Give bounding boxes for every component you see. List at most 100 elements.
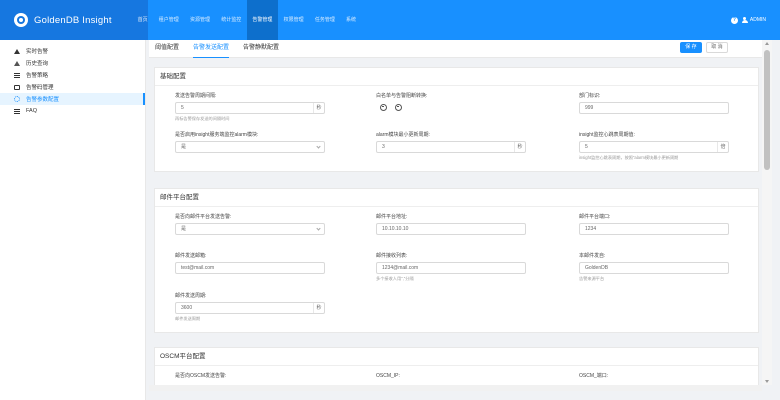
history-icon (14, 60, 20, 66)
sidebar-item-history[interactable]: 历史查询 (0, 57, 145, 69)
nav-item-alarm[interactable]: 告警管理 (246, 0, 279, 40)
sidebar-item-faq[interactable]: FAQ (0, 105, 145, 117)
use-insight-select[interactable]: 是 (175, 141, 325, 153)
sidebar-item-label: FAQ (26, 108, 38, 114)
unit-suffix: 秒 (313, 303, 324, 313)
mail-receivers-input[interactable]: 1234@mail.com (376, 262, 526, 274)
field-label: 是否向邮件平台发送告警: (175, 214, 232, 220)
field-label: OSCM_端口: (579, 373, 609, 379)
oscm-ip-field: OSCM_IP: (376, 372, 400, 380)
unit-suffix: 倍 (717, 142, 728, 152)
mail-config-panel: 邮件平台配置 是否向邮件平台发送告警: 是 邮件平台地址: 10.10.10.1… (154, 188, 759, 333)
scroll-down-icon[interactable] (765, 380, 769, 383)
input-value: 1234 (585, 226, 597, 232)
help-icon[interactable]: ? (730, 16, 738, 24)
horizontal-scrollbar[interactable] (149, 385, 762, 391)
sidebar-item-label: 实时告警 (26, 49, 49, 55)
mail-port-input[interactable]: 1234 (579, 223, 729, 235)
dept-input[interactable]: 999 (579, 102, 729, 114)
chevron-down-icon (316, 226, 321, 231)
header-right: ? ADMIN (730, 0, 766, 40)
nav-item-monitor[interactable]: 统计监控 (216, 0, 247, 40)
field-label: 是否启用insight服务端监控alarm模块: (175, 132, 259, 138)
rotate-left-icon[interactable] (380, 104, 387, 111)
input-value: 999 (585, 105, 594, 111)
field-label: 本邮件发自: (579, 253, 606, 259)
rotate-right-icon[interactable] (395, 104, 402, 111)
field-label: insight监控心跳表周期值: (579, 132, 635, 138)
sidebar-item-alarm-code[interactable]: 告警码管理 (0, 81, 145, 93)
send-period-input[interactable]: 5 秒 (175, 102, 325, 114)
panel-title: OSCM平台配置 (155, 348, 758, 366)
nav-item-system[interactable]: 系统 (340, 0, 361, 40)
mail-sender-input[interactable]: test@mail.com (175, 262, 325, 274)
oscm-config-panel: OSCM平台配置 是否向OSCM发送告警: OSCM_IP: OSCM_端口: (154, 347, 759, 385)
vertical-scrollbar[interactable] (762, 40, 772, 385)
unit-suffix: 秒 (514, 142, 525, 152)
heartbeat-field: insight监控心跳表周期值: 5 倍 insight监控心跳表周期，按照“a… (579, 131, 729, 161)
panel-title: 基础配置 (155, 68, 758, 86)
scroll-up-icon[interactable] (765, 42, 769, 45)
oscm-enable-field: 是否向OSCM发送告警: (175, 372, 226, 380)
mail-enable-field: 是否向邮件平台发送告警: 是 (175, 213, 325, 235)
input-value: 10.10.10.10 (382, 226, 409, 232)
mail-period-field: 邮件发送周期: 3600 秒 邮件发送周期 (175, 292, 325, 322)
field-label: OSCM_IP: (376, 373, 400, 379)
mail-sender-field: 邮件发送邮箱: test@mail.com (175, 252, 325, 274)
sidebar-item-policy[interactable]: 告警策略 (0, 69, 145, 81)
main-content: 阈值配置 告警发送配置 告警静默配置 保 存 取 消 基础配置 发送告警周期间隔… (149, 40, 762, 385)
mail-receivers-field: 邮件接收列表: 1234@mail.com 多个接收人用","分隔 (376, 252, 526, 282)
sidebar-item-label: 历史查询 (26, 61, 49, 67)
sidebar-item-alarm-params[interactable]: 告警参数配置 (0, 93, 145, 105)
tab-alarm-silence[interactable]: 告警静默配置 (243, 40, 279, 58)
whitelist-actions (380, 104, 427, 111)
nav-item-permission[interactable]: 权限管理 (278, 0, 309, 40)
logo[interactable]: GoldenDB Insight (0, 0, 148, 40)
field-label: 邮件发送周期: (175, 293, 207, 299)
policy-icon (14, 72, 20, 78)
dept-field: 部门标识: 999 (579, 92, 729, 114)
input-value: 3 (382, 144, 385, 150)
faq-icon (14, 108, 20, 114)
cancel-button[interactable]: 取 消 (706, 42, 728, 53)
tab-alarm-send[interactable]: 告警发送配置 (193, 40, 230, 58)
field-label: 邮件接收列表: (376, 253, 408, 259)
sidebar-item-realtime-alarm[interactable]: 实时告警 (0, 45, 145, 57)
send-period-field: 发送告警周期间隔: 5 秒 再标告警保存发送的间隔时间 (175, 92, 325, 122)
oscm-port-field: OSCM_端口: (579, 372, 608, 380)
nav-item-home[interactable]: 首页 (132, 0, 153, 40)
panel-title: 邮件平台配置 (155, 189, 758, 207)
heartbeat-input[interactable]: 5 倍 (579, 141, 729, 153)
nav-item-tenant[interactable]: 租户管理 (153, 0, 184, 40)
field-hint: 多个接收人用","分隔 (376, 276, 414, 281)
field-hint: 邮件发送周期 (175, 316, 201, 321)
field-label: 发送告警周期间隔: (175, 93, 217, 99)
field-label: 邮件平台端口: (579, 214, 611, 220)
save-button[interactable]: 保 存 (680, 42, 702, 53)
input-value: 3600 (181, 305, 193, 311)
input-value: 5 (181, 105, 184, 111)
alarm-min-period-input[interactable]: 3 秒 (376, 141, 526, 153)
mail-subject-input[interactable]: GoldenDB (579, 262, 729, 274)
sidebar-item-label: 告警策略 (26, 73, 49, 79)
nav-item-resource[interactable]: 资源管理 (184, 0, 215, 40)
field-label: alarm模块最小更新周期: (376, 132, 430, 138)
field-hint: 告警来源平台 (579, 276, 605, 281)
field-label: 白名单与告警阻断转换: (376, 93, 428, 99)
mail-enable-select[interactable]: 是 (175, 223, 325, 235)
nav-item-task[interactable]: 任务管理 (309, 0, 340, 40)
scroll-thumb[interactable] (764, 50, 770, 170)
code-icon (14, 84, 20, 90)
user-name[interactable]: ADMIN (750, 17, 766, 23)
sidebar-item-label: 告警码管理 (26, 85, 54, 91)
sidebar-item-label: 告警参数配置 (26, 97, 60, 103)
mail-period-input[interactable]: 3600 秒 (175, 302, 325, 314)
select-value: 是 (181, 226, 187, 232)
warning-icon (14, 48, 20, 54)
main-nav: 首页 租户管理 资源管理 统计监控 告警管理 权限管理 任务管理 系统 (132, 0, 362, 40)
whitelist-field: 白名单与告警阻断转换: (376, 92, 427, 111)
field-hint: insight监控心跳表周期，按照“alarm模块最小更新周期 (579, 155, 679, 160)
tab-bar: 阈值配置 告警发送配置 告警静默配置 保 存 取 消 (149, 40, 762, 58)
tab-threshold[interactable]: 阈值配置 (155, 40, 179, 58)
mail-address-input[interactable]: 10.10.10.10 (376, 223, 526, 235)
